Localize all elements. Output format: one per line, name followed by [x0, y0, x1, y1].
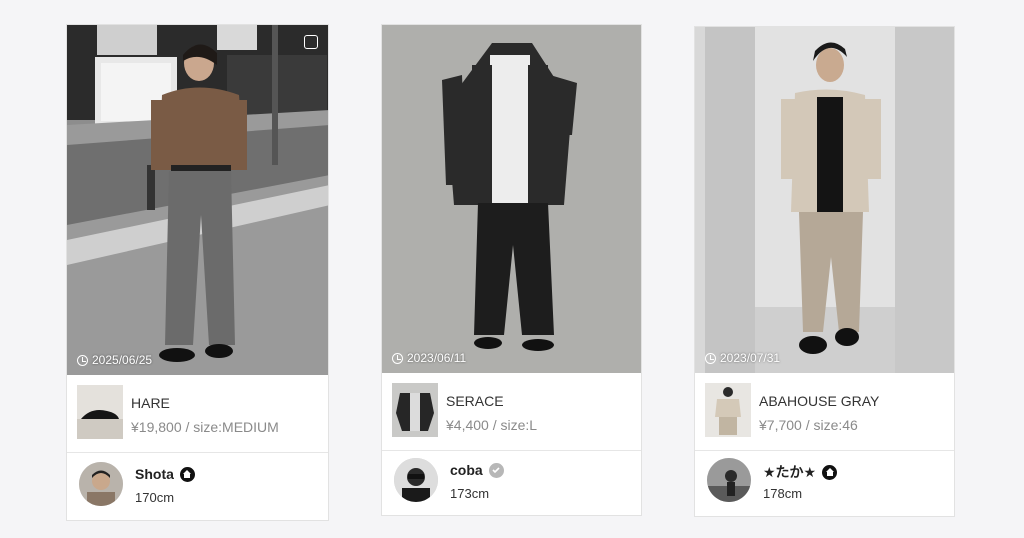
user-name[interactable]: coba: [450, 462, 504, 478]
clock-icon: [392, 352, 403, 364]
item-thumbnail[interactable]: [392, 383, 438, 437]
outfit-photo[interactable]: 2023/06/11: [382, 25, 641, 373]
user-row[interactable]: ★たか★ 178cm: [695, 448, 954, 516]
avatar[interactable]: [394, 458, 438, 502]
clock-icon: [77, 354, 88, 366]
avatar[interactable]: [79, 462, 123, 506]
user-row[interactable]: Shota 170cm: [67, 452, 328, 520]
post-date: 2023/06/11: [392, 351, 466, 365]
user-row[interactable]: coba 173cm: [382, 448, 641, 515]
item-thumbnail[interactable]: [77, 385, 123, 439]
item-row[interactable]: HARE ¥19,800 / size:MEDIUM: [67, 375, 328, 453]
avatar[interactable]: [707, 458, 751, 502]
coordinate-card[interactable]: 2023/06/11 SERACE ¥4,400 / size:L coba 1…: [381, 24, 642, 516]
post-date: 2023/07/31: [705, 351, 780, 365]
home-icon: [179, 466, 195, 482]
post-date: 2025/06/25: [77, 353, 152, 367]
item-brand[interactable]: HARE: [131, 395, 170, 411]
user-height: 170cm: [135, 490, 175, 505]
user-name[interactable]: ★たか★: [763, 462, 838, 482]
item-price: ¥19,800 / size:MEDIUM: [131, 419, 279, 435]
item-brand[interactable]: ABAHOUSE GRAY: [759, 393, 879, 409]
item-price: ¥7,700 / size:46: [759, 417, 858, 433]
user-height: 178cm: [763, 486, 803, 501]
user-name[interactable]: Shota: [135, 466, 195, 482]
item-thumbnail[interactable]: [705, 383, 751, 437]
verified-check-icon: [488, 462, 504, 478]
item-brand[interactable]: SERACE: [446, 393, 504, 409]
item-row[interactable]: ABAHOUSE GRAY ¥7,700 / size:46: [695, 373, 954, 451]
multi-photo-icon: [304, 35, 318, 49]
user-height: 173cm: [450, 486, 490, 501]
home-icon: [822, 464, 838, 480]
coordinate-card[interactable]: 2025/06/25 HARE ¥19,800 / size:MEDIUM Sh…: [66, 24, 329, 521]
coordinate-card[interactable]: 2023/07/31 ABAHOUSE GRAY ¥7,700 / size:4…: [694, 26, 955, 517]
clock-icon: [705, 352, 716, 364]
item-row[interactable]: SERACE ¥4,400 / size:L: [382, 373, 641, 451]
item-price: ¥4,400 / size:L: [446, 417, 538, 433]
outfit-photo[interactable]: 2023/07/31: [695, 27, 954, 373]
outfit-photo[interactable]: 2025/06/25: [67, 25, 328, 375]
